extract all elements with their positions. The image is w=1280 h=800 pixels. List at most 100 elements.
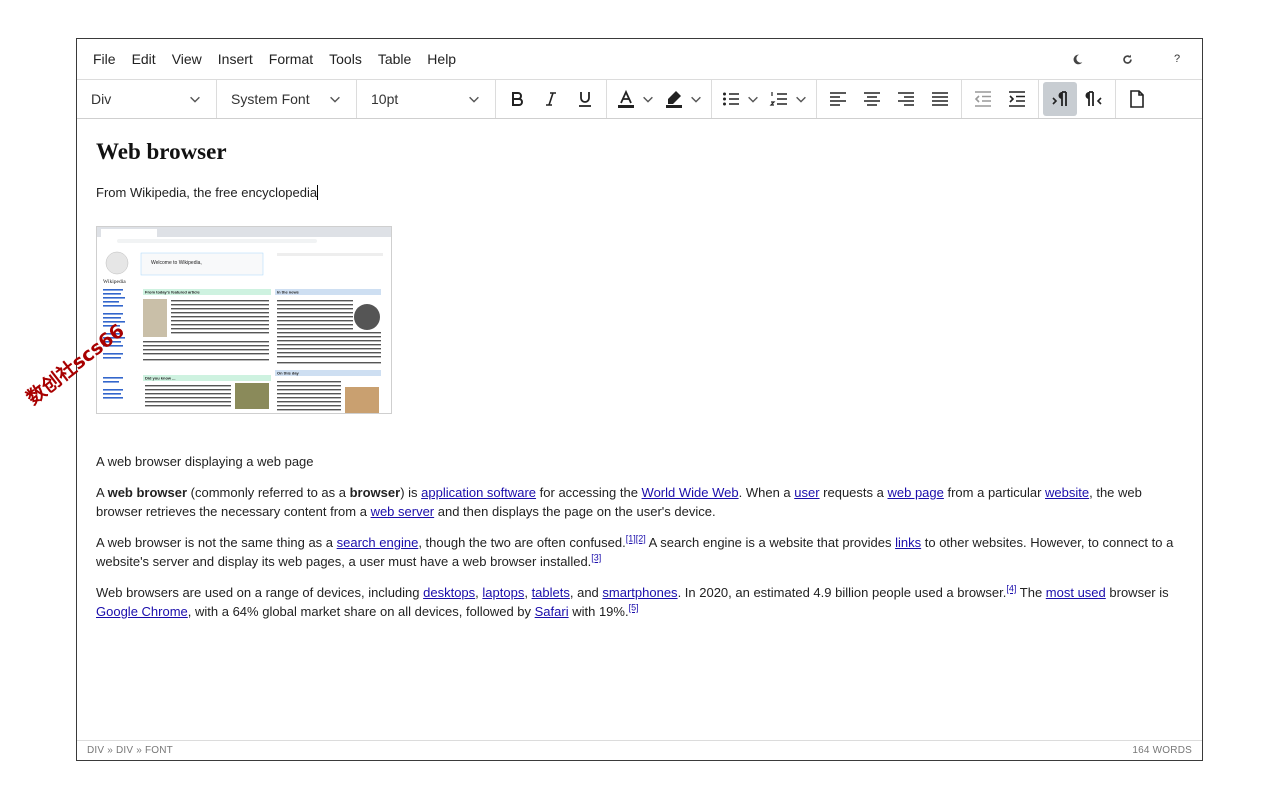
outdent-button[interactable] <box>966 82 1000 116</box>
new-document-icon <box>1130 90 1144 108</box>
link-smartphones[interactable]: smartphones <box>602 585 677 600</box>
link-user[interactable]: user <box>794 485 819 500</box>
align-right-button[interactable] <box>889 82 923 116</box>
link-world-wide-web[interactable]: World Wide Web <box>642 485 739 500</box>
link-laptops[interactable]: laptops <box>482 585 524 600</box>
toolbar: Div System Font 10pt <box>77 80 1202 119</box>
menu-insert[interactable]: Insert <box>210 51 261 67</box>
link-search-engine[interactable]: search engine <box>337 535 419 550</box>
rtl-button[interactable] <box>1077 82 1111 116</box>
wiki-welcome-text: Welcome to Wikipedia, <box>151 260 202 266</box>
color-group <box>607 80 712 118</box>
link-application-software[interactable]: application software <box>421 485 536 500</box>
wikipedia-screenshot-image: Wikipedia Welcome to Wikipedia, From tod… <box>97 227 391 413</box>
link-tablets[interactable]: tablets <box>532 585 570 600</box>
bold-button[interactable] <box>500 82 534 116</box>
underline-button[interactable] <box>568 82 602 116</box>
text-caret <box>317 185 319 200</box>
menu-tools[interactable]: Tools <box>321 51 370 67</box>
justify-icon <box>932 92 948 106</box>
document-content[interactable]: Web browser From Wikipedia, the free enc… <box>96 139 1186 633</box>
paragraph-1: A web browser (commonly referred to as a… <box>96 485 1142 519</box>
align-right-icon <box>898 92 914 106</box>
rich-text-editor: File Edit View Insert Format Tools Table… <box>76 38 1203 761</box>
paragraph-3: Web browsers are used on a range of devi… <box>96 583 1169 619</box>
menu-bar: File Edit View Insert Format Tools Table… <box>77 39 1202 80</box>
citation-3[interactable]: [3] <box>591 553 601 563</box>
italic-button[interactable] <box>534 82 568 116</box>
paragraph-2: A web browser is not the same thing as a… <box>96 533 1174 569</box>
menu-file[interactable]: File <box>85 51 124 67</box>
link-google-chrome[interactable]: Google Chrome <box>96 604 188 619</box>
wiki-featured-heading: From today's featured article <box>145 290 201 295</box>
numbered-list-button[interactable] <box>764 82 812 116</box>
word-count[interactable]: 164 WORDS <box>1132 745 1192 756</box>
citation-5[interactable]: [5] <box>629 603 639 613</box>
block-format-select[interactable]: Div <box>83 91 210 107</box>
new-document-button[interactable] <box>1120 82 1154 116</box>
link-web-page[interactable]: web page <box>887 485 943 500</box>
font-size-value: 10pt <box>371 91 399 107</box>
direction-group <box>1039 80 1116 118</box>
ltr-icon <box>1052 91 1067 106</box>
wiki-news-heading: In the news <box>277 290 300 295</box>
menu-edit[interactable]: Edit <box>124 51 164 67</box>
chevron-down-icon <box>691 96 701 103</box>
font-size-select[interactable]: 10pt <box>363 91 489 107</box>
citation-1[interactable]: [1] <box>626 534 636 544</box>
highlight-color-button[interactable] <box>659 82 707 116</box>
chevron-down-icon <box>330 96 340 103</box>
chevron-down-icon <box>748 96 758 103</box>
wiki-logo-text: Wikipedia <box>103 279 126 285</box>
justify-button[interactable] <box>923 82 957 116</box>
citation-2[interactable]: [2] <box>636 534 646 544</box>
font-family-group: System Font <box>217 80 357 118</box>
chevron-down-icon <box>469 96 479 103</box>
ltr-button[interactable] <box>1043 82 1077 116</box>
moon-icon[interactable] <box>1052 54 1102 65</box>
text-style-group <box>496 80 607 118</box>
menu-right-icons: ? <box>1052 53 1202 65</box>
link-web-server[interactable]: web server <box>371 504 435 519</box>
menu-table[interactable]: Table <box>370 51 419 67</box>
document-subtitle: From Wikipedia, the free encyclopedia <box>96 185 319 200</box>
image-caption: A web browser displaying a web page <box>96 454 314 469</box>
status-bar: DIV » DIV » FONT 164 WORDS <box>77 740 1202 760</box>
font-family-value: System Font <box>231 91 310 107</box>
highlighter-icon <box>659 82 689 116</box>
indent-group <box>962 80 1039 118</box>
link-website[interactable]: website <box>1045 485 1089 500</box>
element-path[interactable]: DIV » DIV » FONT <box>87 745 173 756</box>
text-color-icon <box>611 82 641 116</box>
refresh-icon[interactable] <box>1102 54 1152 65</box>
chevron-down-icon <box>796 96 806 103</box>
chevron-down-icon <box>643 96 653 103</box>
menu-help[interactable]: Help <box>419 51 464 67</box>
rtl-icon <box>1085 91 1102 106</box>
block-format-value: Div <box>91 91 112 107</box>
help-icon[interactable]: ? <box>1152 53 1202 65</box>
menu-view[interactable]: View <box>164 51 210 67</box>
align-center-button[interactable] <box>855 82 889 116</box>
link-desktops[interactable]: desktops <box>423 585 475 600</box>
embedded-screenshot[interactable]: Wikipedia Welcome to Wikipedia, From tod… <box>96 226 392 414</box>
italic-icon <box>546 92 556 106</box>
bold-icon <box>512 92 523 106</box>
text-color-button[interactable] <box>611 82 659 116</box>
font-family-select[interactable]: System Font <box>223 91 350 107</box>
link-most-used[interactable]: most used <box>1046 585 1106 600</box>
document-title: Web browser <box>96 139 227 164</box>
menu-format[interactable]: Format <box>261 51 321 67</box>
indent-button[interactable] <box>1000 82 1034 116</box>
citation-4[interactable]: [4] <box>1006 584 1016 594</box>
document-group <box>1116 80 1158 118</box>
numbered-list-icon <box>764 82 794 116</box>
link-safari[interactable]: Safari <box>535 604 569 619</box>
indent-icon <box>1009 91 1025 107</box>
bullet-list-icon <box>716 82 746 116</box>
link-links[interactable]: links <box>895 535 921 550</box>
align-left-button[interactable] <box>821 82 855 116</box>
bullet-list-button[interactable] <box>716 82 764 116</box>
chevron-down-icon <box>190 96 200 103</box>
outdent-icon <box>974 91 991 107</box>
